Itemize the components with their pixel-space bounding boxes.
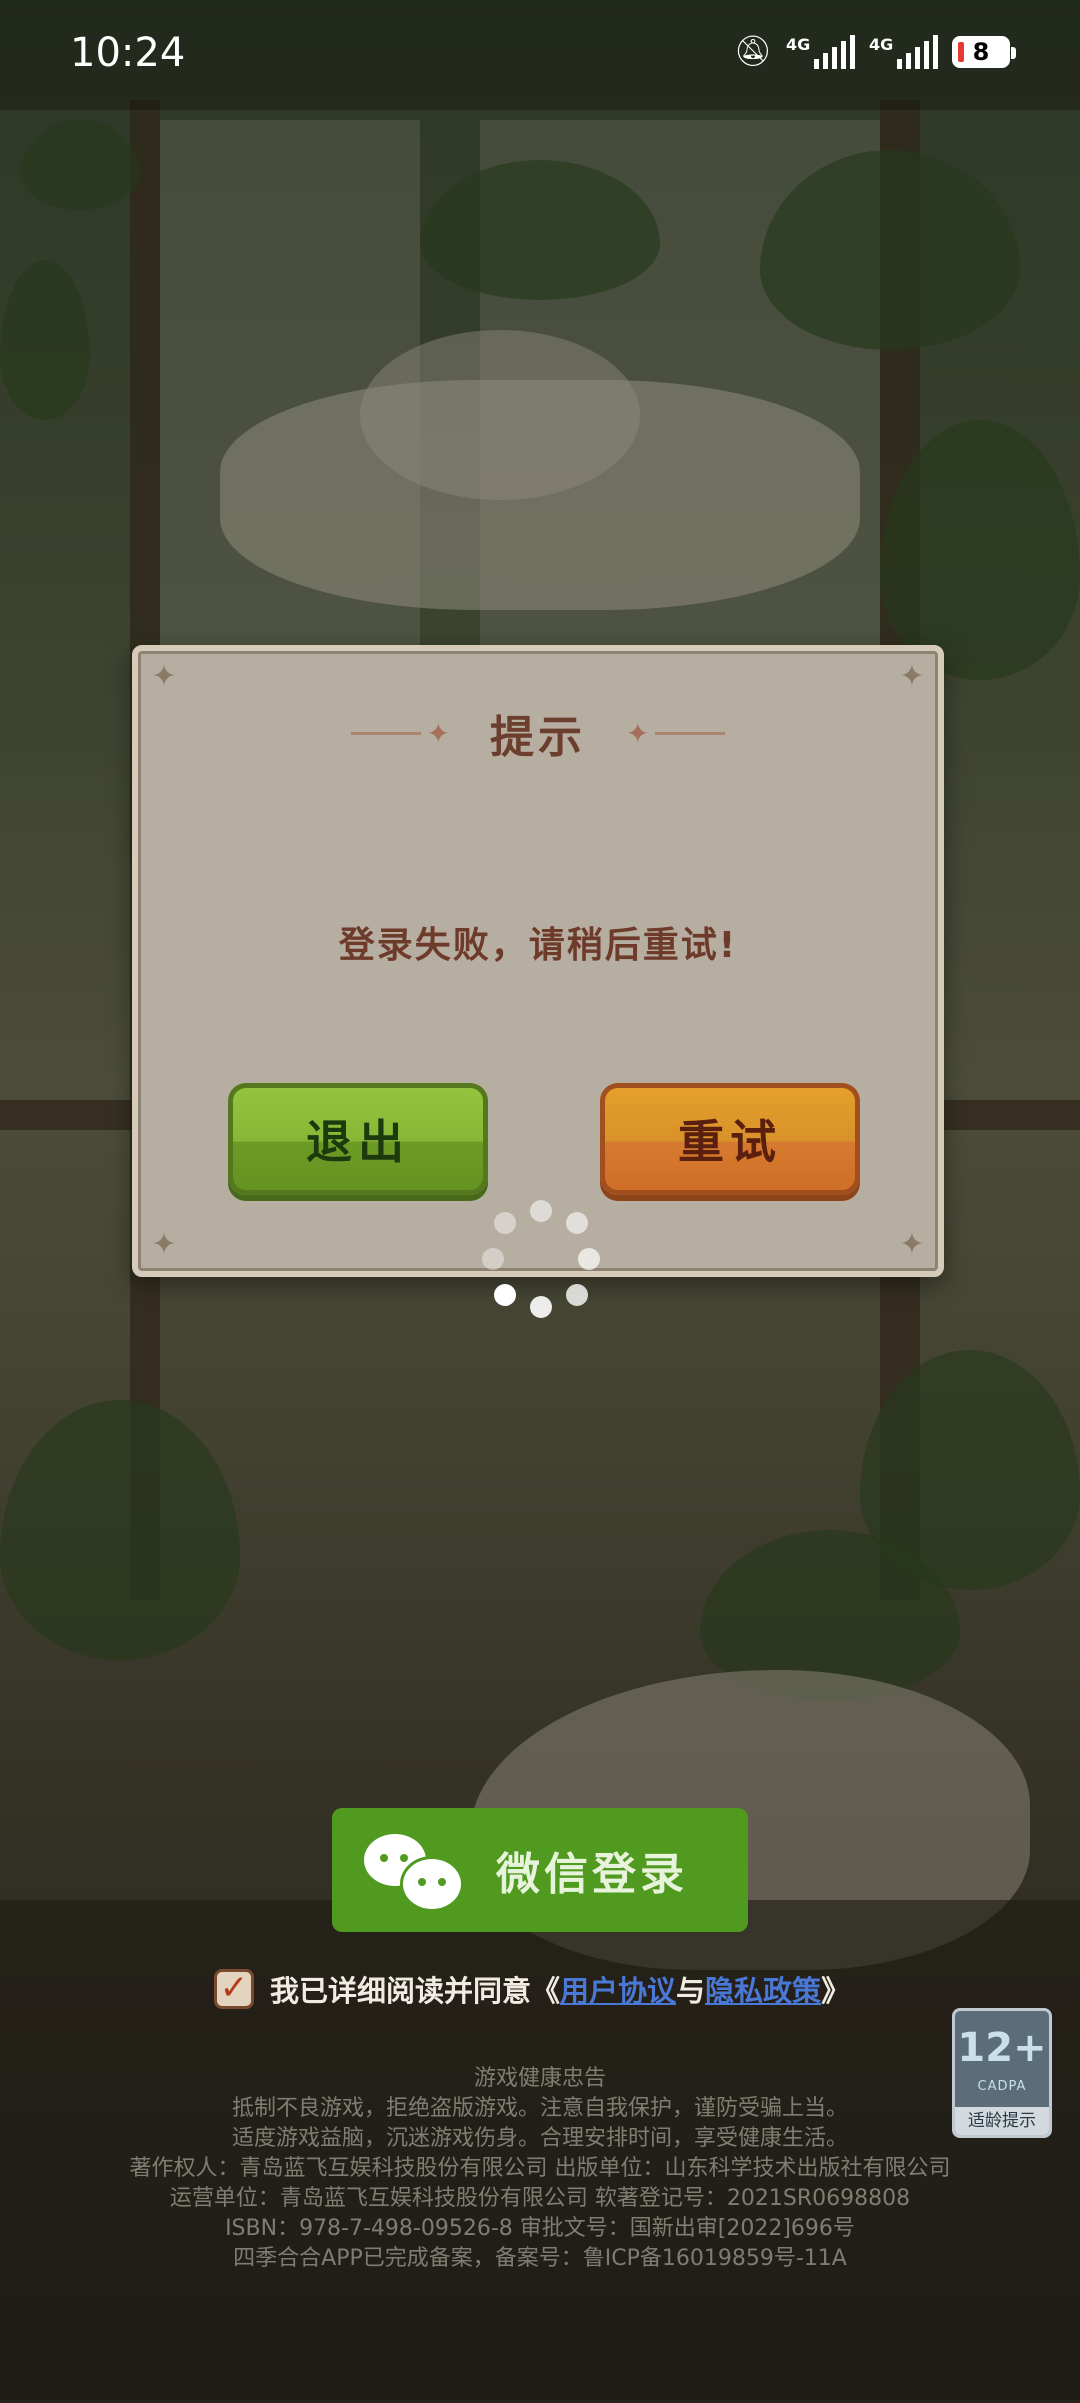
corner-ornament-icon: ✦ [151, 1227, 177, 1262]
status-bar: 10:24 🔕︎ 4G 4G 8 [0, 0, 1080, 110]
agreement-text: 我已详细阅读并同意《用户协议与隐私政策》 [270, 1974, 851, 2008]
corner-ornament-icon: ✦ [899, 659, 925, 694]
status-time: 10:24 [70, 30, 186, 76]
footer-line: ISBN：978-7-498-09526-8 审批文号：国新出审[2022]69… [225, 2216, 855, 2241]
dialog-message: 登录失败，请稍后重试! [338, 925, 738, 966]
footer-line: 著作权人：青岛蓝飞互娱科技股份有限公司 出版单位：山东科学技术出版社有限公司 [129, 2156, 951, 2181]
user-agreement-link[interactable]: 用户协议 [560, 1974, 676, 2008]
footer-line: 适度游戏益脑，沉迷游戏伤身。合理安排时间，享受健康生活。 [231, 2126, 848, 2151]
loading-spinner-icon [480, 1200, 600, 1320]
exit-button[interactable]: 退出 [228, 1083, 488, 1195]
signal-icon: 4G [869, 34, 938, 69]
wechat-icon [364, 1830, 464, 1912]
status-icons: 🔕︎ 4G 4G 8 [733, 34, 1016, 69]
footer-line: 运营单位：青岛蓝飞互娱科技股份有限公司 软著登记号：2021SR0698808 [169, 2186, 911, 2211]
health-notice-footer: 游戏健康忠告 抵制不良游戏，拒绝盗版游戏。注意自我保护，谨防受骗上当。 适度游戏… [0, 2064, 1080, 2274]
privacy-policy-link[interactable]: 隐私政策 [705, 1974, 821, 2008]
footer-line: 抵制不良游戏，拒绝盗版游戏。注意自我保护，谨防受骗上当。 [231, 2096, 848, 2121]
dialog-title-row: ✦ 提示 ✦ [138, 701, 938, 765]
agreement-checkbox[interactable]: ✓ [214, 1969, 254, 2009]
dialog-title: 提示 [490, 712, 586, 763]
corner-ornament-icon: ✦ [151, 659, 177, 694]
signal-icon: 4G [786, 34, 855, 69]
title-ornament-right-icon: ✦ [626, 717, 726, 750]
wechat-login-button[interactable]: 微信登录 [332, 1808, 748, 1932]
mute-bell-icon: 🔕︎ [733, 34, 772, 69]
footer-line: 游戏健康忠告 [473, 2066, 606, 2091]
wechat-login-label: 微信登录 [496, 1849, 688, 1900]
corner-ornament-icon: ✦ [899, 1227, 925, 1262]
agreement-row: ✓ 我已详细阅读并同意《用户协议与隐私政策》 [214, 1968, 850, 2010]
footer-line: 四季合合APP已完成备案，备案号：鲁ICP备16019859号-11A [233, 2246, 847, 2271]
login-failed-dialog: ✦ ✦ ✦ ✦ ✦ 提示 ✦ 登录失败，请稍后重试! 退出 重试 [132, 645, 944, 1277]
battery-icon: 8 [952, 35, 1016, 68]
title-ornament-left-icon: ✦ [350, 717, 450, 750]
retry-button[interactable]: 重试 [600, 1083, 860, 1195]
